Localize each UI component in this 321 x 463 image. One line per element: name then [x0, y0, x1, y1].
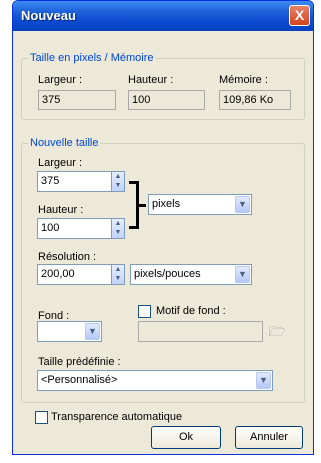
width-label: Largeur :	[38, 157, 83, 169]
background-color-picker[interactable]: ▼	[37, 321, 102, 342]
resolution-spin-icon[interactable]: ▲ ▼	[111, 264, 125, 285]
resolution-unit-select[interactable]: pixels/pouces ▼	[130, 264, 252, 285]
resolution-input[interactable]: 200,00	[37, 264, 113, 285]
resolution-label: Résolution :	[38, 251, 97, 263]
memory-group: Taille en pixels / Mémoire	[21, 52, 305, 120]
memory-size-field: 109,86 Ko	[219, 90, 291, 110]
auto-transparency-label: Transparence automatique	[51, 411, 183, 423]
ok-button[interactable]: Ok	[151, 426, 221, 449]
unit-select[interactable]: pixels ▼	[148, 194, 252, 215]
new-size-group-legend: Nouvelle taille	[28, 137, 101, 149]
height-label: Hauteur :	[38, 204, 84, 216]
title-bar[interactable]: Nouveau X	[13, 1, 313, 31]
memory-height-label: Hauteur :	[128, 74, 174, 86]
memory-width-field: 375	[38, 90, 116, 110]
pattern-field[interactable]	[138, 321, 263, 342]
cancel-button[interactable]: Annuler	[235, 426, 303, 449]
new-image-dialog: Nouveau X Taille en pixels / Mémoire Lar…	[12, 0, 314, 455]
unit-select-value: pixels	[152, 198, 181, 210]
aspect-link-tick	[138, 204, 146, 207]
close-icon[interactable]: X	[289, 5, 310, 26]
pattern-label: Motif de fond :	[156, 305, 226, 317]
height-spin-icon[interactable]: ▲ ▼	[111, 218, 125, 239]
preset-label: Taille prédéfinie :	[38, 356, 121, 368]
memory-size-label: Mémoire :	[219, 74, 268, 86]
folder-open-icon[interactable]: 🗁	[268, 323, 286, 339]
chevron-down-icon[interactable]: ▼	[256, 372, 271, 389]
chevron-down-icon[interactable]: ▼	[85, 323, 100, 340]
preset-select[interactable]: <Personnalisé> ▼	[37, 370, 273, 391]
window-title: Nouveau	[21, 8, 76, 23]
resolution-unit-select-value: pixels/pouces	[134, 268, 201, 280]
preset-select-value: <Personnalisé>	[41, 374, 118, 386]
chevron-down-icon[interactable]: ▼	[235, 196, 250, 213]
width-spin-icon[interactable]: ▲ ▼	[111, 171, 125, 192]
auto-transparency-checkbox[interactable]	[35, 411, 48, 424]
chevron-down-icon[interactable]: ▼	[235, 266, 250, 283]
pattern-checkbox[interactable]	[138, 305, 151, 318]
memory-group-legend: Taille en pixels / Mémoire	[28, 52, 156, 64]
memory-height-field: 100	[128, 90, 205, 110]
width-input[interactable]: 375	[37, 171, 113, 192]
height-input[interactable]: 100	[37, 218, 113, 239]
memory-width-label: Largeur :	[38, 74, 83, 86]
